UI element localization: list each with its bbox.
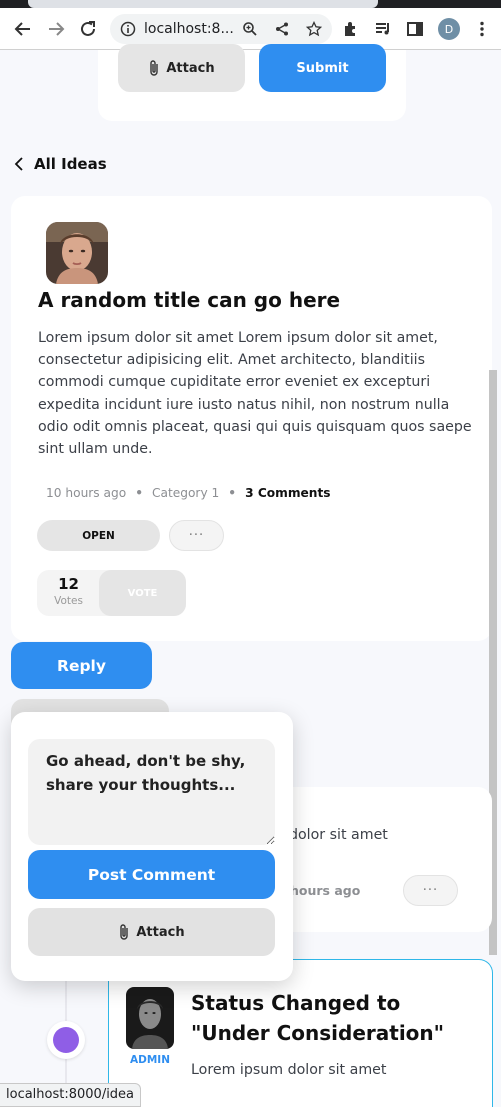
info-icon[interactable] — [120, 21, 136, 37]
address-bar[interactable]: localhost:8... — [110, 14, 332, 44]
author-avatar[interactable] — [46, 222, 108, 284]
comment-textarea[interactable] — [28, 739, 275, 845]
votes-count: 12 — [58, 575, 79, 593]
back-to-ideas-link[interactable]: All Ideas — [14, 155, 107, 173]
browser-menu-icon[interactable] — [467, 14, 497, 44]
votes-label: Votes — [54, 595, 83, 607]
status-change-title[interactable]: Status Changed to "Under Consideration" — [191, 988, 481, 1048]
url-text: localhost:8... — [144, 21, 234, 37]
idea-description: Lorem ipsum dolor sit amet Lorem ipsum d… — [38, 330, 472, 458]
meta-separator: • — [228, 486, 237, 500]
meta-separator: • — [135, 486, 143, 500]
browser-toolbar: localhost:8... D — [0, 8, 501, 50]
comment-attach-button[interactable]: Attach — [28, 908, 275, 956]
extensions-icon[interactable] — [336, 14, 366, 44]
reply-button[interactable]: Reply — [11, 642, 152, 689]
comment-text: dolor sit amet — [289, 827, 388, 843]
more-options-button[interactable]: ··· — [169, 520, 224, 551]
attach-button[interactable]: Attach — [118, 44, 245, 92]
chevron-left-icon — [14, 157, 23, 171]
idea-category: Category 1 — [151, 486, 220, 500]
link-status-bar: localhost:8000/idea — [0, 1083, 142, 1107]
comments-count-link[interactable]: 3 Comments — [245, 486, 330, 500]
active-tab[interactable] — [28, 0, 378, 8]
votes-widget: 12 Votes VOTE — [37, 570, 186, 616]
paperclip-icon — [150, 60, 159, 76]
status-badge: OPEN — [37, 520, 160, 551]
admin-role-label: ADMIN — [130, 1054, 170, 1066]
status-change-body: Lorem ipsum dolor sit amet — [191, 1062, 387, 1078]
comment-more-button[interactable]: ··· — [403, 875, 458, 906]
profile-avatar[interactable]: D — [438, 18, 460, 40]
post-comment-button[interactable]: Post Comment — [28, 850, 275, 899]
comment-time: hours ago — [290, 883, 361, 898]
idea-time: 10 hours ago — [46, 486, 127, 500]
tab-strip — [0, 0, 501, 8]
idea-card: A random title can go here Lorem ipsum d… — [11, 196, 492, 641]
back-link-label: All Ideas — [34, 155, 107, 173]
idea-meta: 10 hours ago • Category 1 • 3 Comments — [46, 486, 331, 500]
submit-button[interactable]: Submit — [259, 44, 386, 92]
back-arrow-icon[interactable] — [8, 14, 38, 44]
side-panel-icon[interactable] — [400, 14, 430, 44]
vote-button[interactable]: VOTE — [99, 570, 186, 616]
zoom-icon[interactable] — [242, 21, 258, 37]
status-change-card: ADMIN Status Changed to "Under Considera… — [108, 959, 493, 1107]
forward-arrow-icon[interactable] — [41, 14, 71, 44]
attach-label: Attach — [166, 60, 215, 76]
admin-avatar[interactable] — [126, 987, 174, 1049]
media-queue-icon[interactable] — [368, 14, 398, 44]
bookmark-star-icon[interactable] — [306, 21, 322, 37]
paperclip-icon — [120, 924, 129, 940]
reload-icon[interactable] — [73, 14, 103, 44]
comment-attach-label: Attach — [136, 924, 185, 940]
idea-title[interactable]: A random title can go here — [38, 288, 340, 312]
share-icon[interactable] — [274, 21, 290, 37]
timeline-marker — [47, 1021, 85, 1059]
reply-popover: Post Comment Attach — [11, 712, 293, 981]
